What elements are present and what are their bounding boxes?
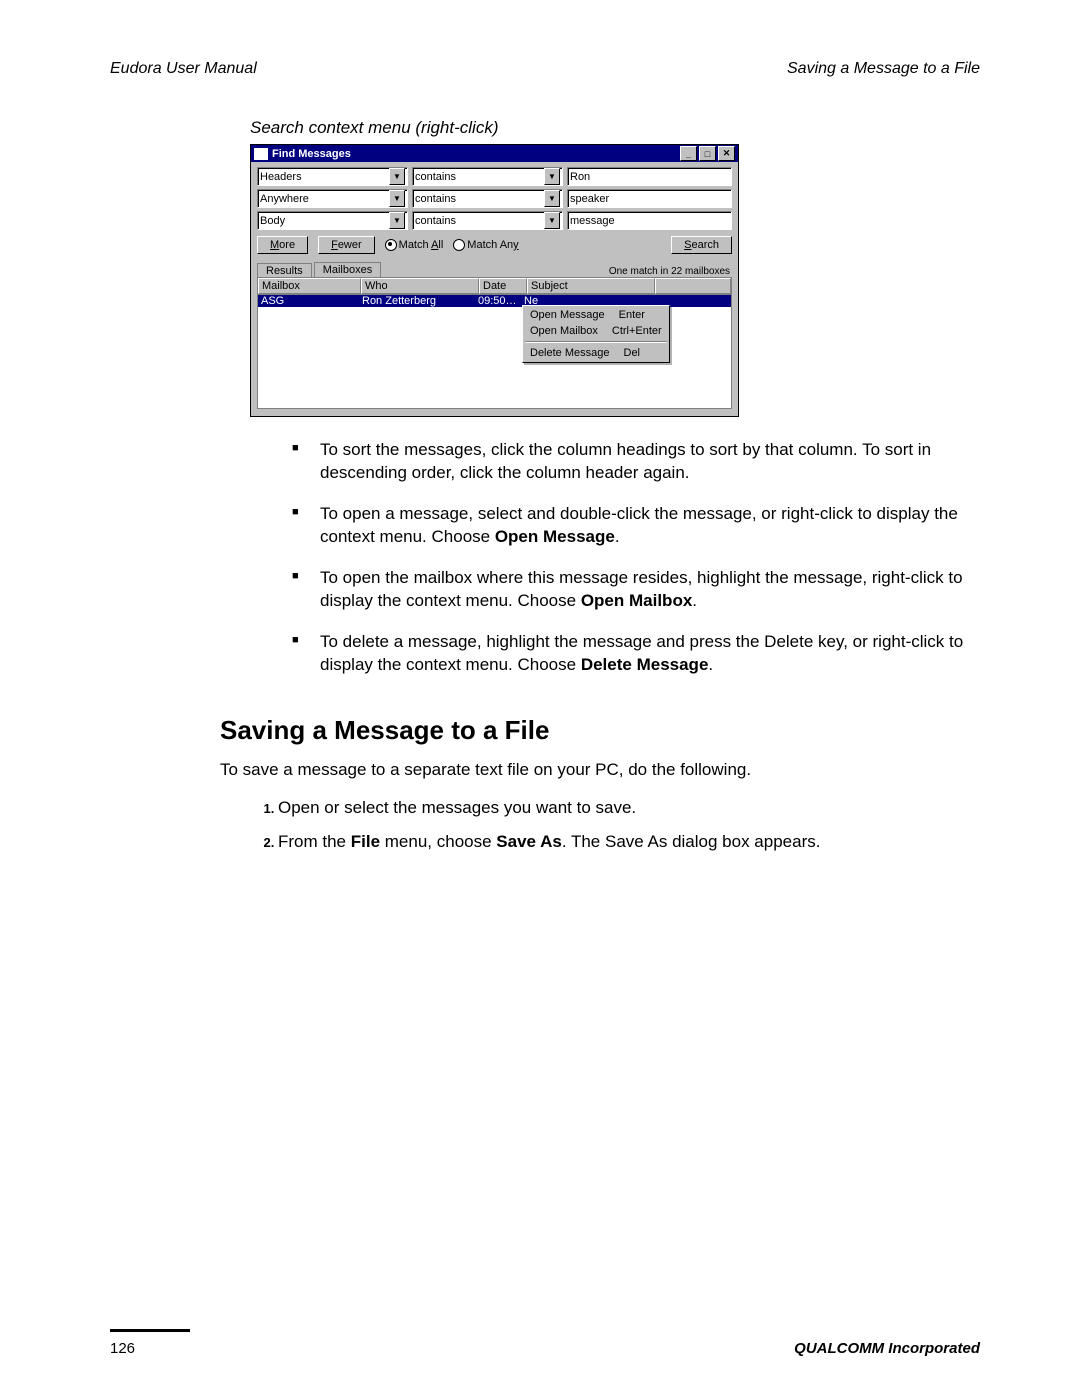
- field-select-3[interactable]: Body ▼: [257, 211, 408, 230]
- menu-delete-message-label: Delete Message: [530, 347, 610, 359]
- chevron-down-icon: ▼: [389, 212, 405, 229]
- page-number: 126: [110, 1340, 135, 1357]
- field-select-1-value: Headers: [260, 171, 389, 183]
- criteria-row-3: Body ▼ contains ▼ message: [257, 211, 732, 230]
- bullet-open-message: To open a message, select and double-cli…: [320, 503, 980, 549]
- cell-date: 09:50…: [475, 295, 521, 307]
- find-messages-window: Find Messages _ □ ✕ Headers ▼ contains ▼…: [250, 144, 739, 417]
- match-mode-radiogroup: Match All Match Any: [385, 239, 519, 251]
- value-input-2-text: speaker: [570, 193, 609, 205]
- maximize-button[interactable]: □: [699, 146, 716, 161]
- op-select-3[interactable]: contains ▼: [412, 211, 563, 230]
- col-who[interactable]: Who: [361, 278, 479, 294]
- footer-rule: [110, 1329, 190, 1332]
- results-status: One match in 22 mailboxes: [383, 266, 732, 277]
- window-title: Find Messages: [272, 148, 351, 160]
- menu-separator: [525, 341, 667, 343]
- doc-header-left: Eudora User Manual: [110, 60, 257, 78]
- step-2: From the File menu, choose Save As. The …: [278, 832, 980, 852]
- bullet-sort: To sort the messages, click the column h…: [320, 439, 980, 485]
- op-select-2[interactable]: contains ▼: [412, 189, 563, 208]
- doc-header-right: Saving a Message to a File: [787, 60, 980, 78]
- tab-results[interactable]: Results: [257, 263, 312, 278]
- value-input-1[interactable]: Ron: [567, 167, 732, 186]
- col-date[interactable]: Date: [479, 278, 527, 294]
- fewer-button[interactable]: Fewer: [318, 236, 375, 254]
- chevron-down-icon: ▼: [544, 190, 560, 207]
- value-input-3-text: message: [570, 215, 615, 227]
- op-select-1-value: contains: [415, 171, 544, 183]
- value-input-3[interactable]: message: [567, 211, 732, 230]
- menu-open-message[interactable]: Open Message Enter: [524, 307, 668, 323]
- tab-mailboxes[interactable]: Mailboxes: [314, 262, 382, 277]
- step-1: Open or select the messages you want to …: [278, 798, 980, 818]
- menu-open-mailbox-label: Open Mailbox: [530, 325, 598, 337]
- cell-mailbox: ASG: [258, 295, 359, 307]
- field-select-3-value: Body: [260, 215, 389, 227]
- field-select-2[interactable]: Anywhere ▼: [257, 189, 408, 208]
- figure-caption: Search context menu (right-click): [250, 118, 980, 138]
- chevron-down-icon: ▼: [544, 168, 560, 185]
- menu-delete-message-shortcut: Del: [624, 347, 641, 359]
- op-select-3-value: contains: [415, 215, 544, 227]
- criteria-row-2: Anywhere ▼ contains ▼ speaker: [257, 189, 732, 208]
- app-icon: [254, 148, 268, 160]
- close-button[interactable]: ✕: [718, 146, 735, 161]
- op-select-2-value: contains: [415, 193, 544, 205]
- match-any-radio[interactable]: Match Any: [453, 239, 518, 251]
- chevron-down-icon: ▼: [389, 168, 405, 185]
- section-heading: Saving a Message to a File: [220, 715, 980, 746]
- footer-company: QUALCOMM Incorporated: [794, 1340, 980, 1357]
- col-mailbox[interactable]: Mailbox: [258, 278, 361, 294]
- field-select-1[interactable]: Headers ▼: [257, 167, 408, 186]
- search-button[interactable]: Search: [671, 236, 732, 254]
- value-input-1-text: Ron: [570, 171, 590, 183]
- menu-open-mailbox-shortcut: Ctrl+Enter: [612, 325, 662, 337]
- col-spacer: [655, 278, 731, 294]
- value-input-2[interactable]: speaker: [567, 189, 732, 208]
- intro-paragraph: To save a message to a separate text fil…: [220, 760, 980, 780]
- menu-open-mailbox[interactable]: Open Mailbox Ctrl+Enter: [524, 323, 668, 339]
- chevron-down-icon: ▼: [544, 212, 560, 229]
- instruction-bullets: To sort the messages, click the column h…: [280, 439, 980, 677]
- context-menu: Open Message Enter Open Mailbox Ctrl+Ent…: [522, 305, 670, 363]
- more-button[interactable]: More: [257, 236, 308, 254]
- minimize-button[interactable]: _: [680, 146, 697, 161]
- bullet-open-mailbox: To open the mailbox where this message r…: [320, 567, 980, 613]
- menu-open-message-label: Open Message: [530, 309, 605, 321]
- results-list[interactable]: Mailbox Who Date Subject ASG Ron Zetterb…: [257, 277, 732, 409]
- menu-delete-message[interactable]: Delete Message Del: [524, 345, 668, 361]
- step-list: Open or select the messages you want to …: [250, 798, 980, 852]
- col-subject[interactable]: Subject: [527, 278, 655, 294]
- results-header[interactable]: Mailbox Who Date Subject: [258, 278, 731, 295]
- op-select-1[interactable]: contains ▼: [412, 167, 563, 186]
- chevron-down-icon: ▼: [389, 190, 405, 207]
- criteria-row-1: Headers ▼ contains ▼ Ron: [257, 167, 732, 186]
- cell-who: Ron Zetterberg: [359, 295, 475, 307]
- menu-open-message-shortcut: Enter: [619, 309, 645, 321]
- match-all-radio[interactable]: Match All: [385, 239, 444, 251]
- field-select-2-value: Anywhere: [260, 193, 389, 205]
- bullet-delete-message: To delete a message, highlight the messa…: [320, 631, 980, 677]
- window-titlebar[interactable]: Find Messages _ □ ✕: [251, 145, 738, 162]
